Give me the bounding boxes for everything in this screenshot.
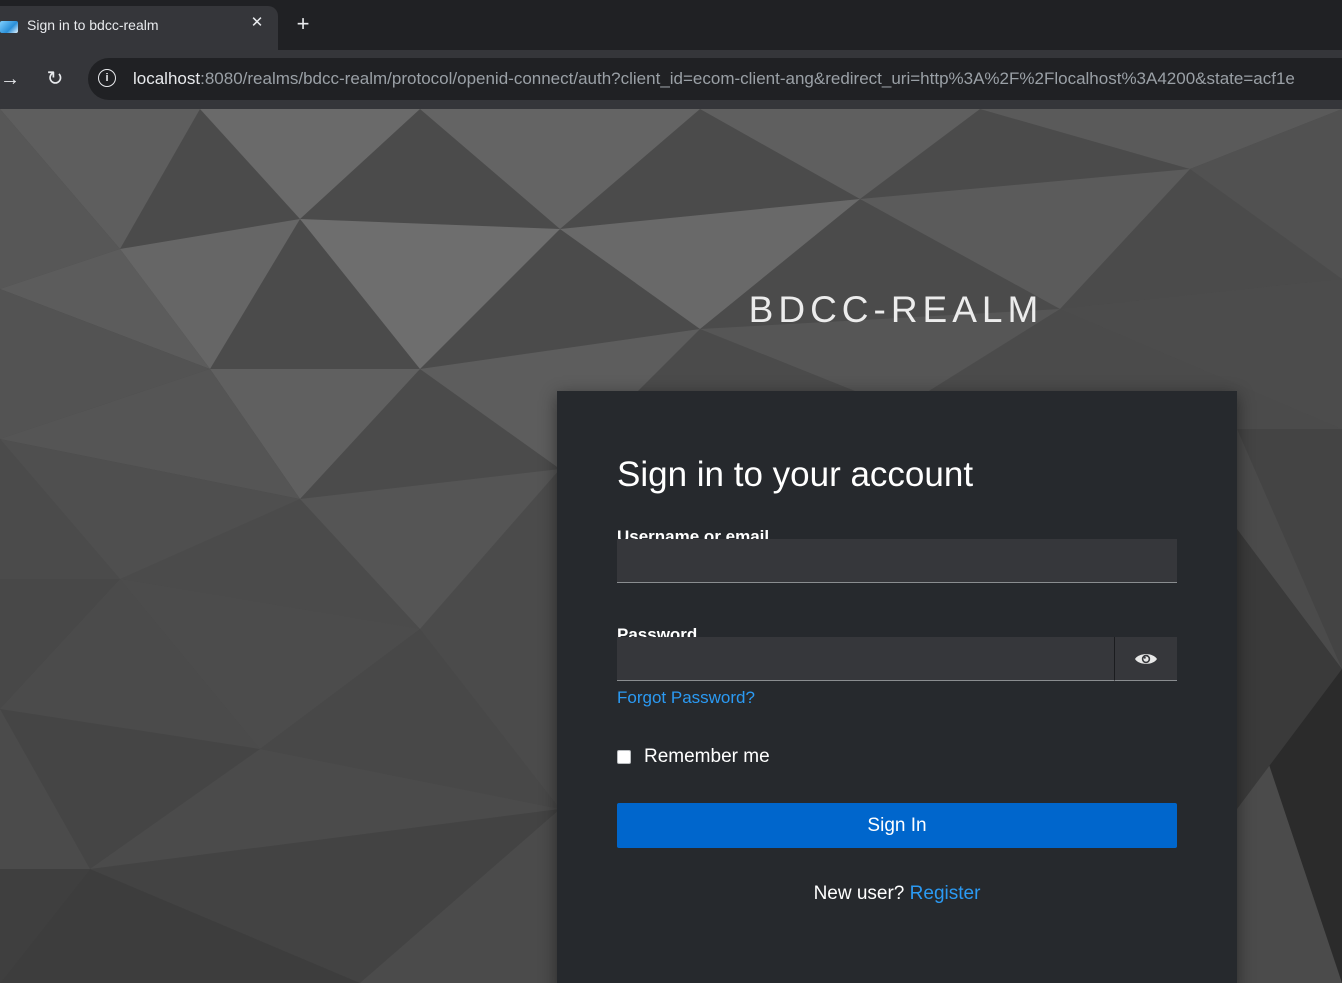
password-input[interactable]: [617, 637, 1114, 681]
remember-me-checkbox[interactable]: [617, 750, 631, 764]
forward-arrow-icon[interactable]: →: [0, 67, 20, 91]
realm-title: BDCC-REALM: [748, 289, 1044, 330]
username-input[interactable]: [617, 539, 1177, 583]
address-bar[interactable]: i localhost:8080/realms/bdcc-realm/proto…: [88, 58, 1342, 100]
register-row: New user? Register: [617, 883, 1177, 905]
login-card: Sign in to your account Username or emai…: [557, 391, 1237, 983]
new-user-text: New user?: [813, 883, 905, 904]
browser-toolbar: → ↻ i localhost:8080/realms/bdcc-realm/p…: [0, 50, 1342, 109]
reload-icon[interactable]: ↻: [44, 67, 66, 91]
forgot-password-link[interactable]: Forgot Password?: [617, 688, 755, 708]
browser-tabstrip: Sign in to bdcc-realm ✕ +: [0, 0, 1342, 50]
eye-icon: [1135, 653, 1157, 664]
tab-title: Sign in to bdcc-realm: [27, 17, 159, 33]
remember-me-label[interactable]: Remember me: [644, 746, 770, 768]
url-host: localhost: [133, 69, 201, 88]
sign-in-button[interactable]: Sign In: [617, 803, 1177, 848]
url-text[interactable]: localhost:8080/realms/bdcc-realm/protoco…: [133, 69, 1342, 89]
new-tab-icon[interactable]: +: [292, 12, 314, 36]
url-path: :8080/realms/bdcc-realm/protocol/openid-…: [200, 69, 1295, 88]
browser-tab-active[interactable]: Sign in to bdcc-realm ✕: [0, 6, 278, 50]
page-title: Sign in to your account: [617, 455, 974, 494]
close-tab-icon[interactable]: ✕: [248, 14, 266, 32]
register-link[interactable]: Register: [910, 883, 981, 904]
page-viewport: BDCC-REALM Sign in to your account Usern…: [0, 109, 1342, 983]
site-info-icon[interactable]: i: [98, 69, 116, 87]
show-password-button[interactable]: [1114, 637, 1177, 681]
keycloak-favicon-icon: [0, 21, 18, 33]
